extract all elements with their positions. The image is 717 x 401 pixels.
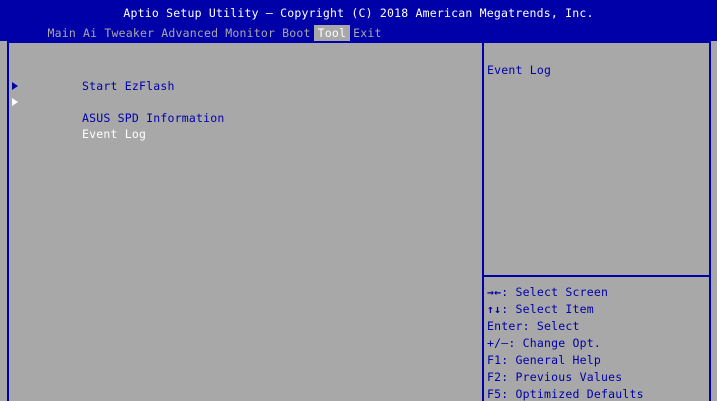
menu-item-asus-spd-information[interactable]: ASUS SPD Information bbox=[9, 78, 469, 125]
key-hint-select-item: ↑↓: Select Item bbox=[487, 302, 594, 316]
menu-item-label: ASUS SPD Information bbox=[82, 111, 225, 125]
tab-boot[interactable]: Boot bbox=[279, 25, 315, 41]
key-hint-change-opt: +/–: Change Opt. bbox=[487, 336, 601, 350]
key-hint-select-screen: →←: Select Screen bbox=[487, 285, 609, 299]
help-divider bbox=[484, 275, 711, 277]
window-title: Aptio Setup Utility – Copyright (C) 2018… bbox=[123, 6, 594, 20]
tab-tool[interactable]: Tool bbox=[314, 25, 350, 41]
menu-item-start-ezflash[interactable]: Start EzFlash bbox=[9, 62, 469, 93]
menu-item-event-log[interactable]: Event Log bbox=[9, 94, 469, 141]
submenu-arrow-icon bbox=[12, 82, 18, 90]
vertical-divider bbox=[482, 43, 484, 401]
tab-bar: Main Ai Tweaker Advanced Monitor Boot To… bbox=[44, 25, 385, 41]
tab-ai-tweaker[interactable]: Ai Tweaker bbox=[80, 25, 158, 41]
bios-screen: Aptio Setup Utility – Copyright (C) 2018… bbox=[0, 0, 717, 401]
key-hint-general-help: F1: General Help bbox=[487, 353, 601, 367]
tab-advanced[interactable]: Advanced bbox=[158, 25, 222, 41]
tab-main[interactable]: Main bbox=[44, 25, 80, 41]
submenu-arrow-icon bbox=[12, 98, 18, 106]
tab-monitor[interactable]: Monitor bbox=[222, 25, 279, 41]
header-bar: Aptio Setup Utility – Copyright (C) 2018… bbox=[0, 0, 717, 41]
help-description: Event Log bbox=[487, 63, 552, 77]
tab-exit[interactable]: Exit bbox=[350, 25, 386, 41]
menu-item-label: Event Log bbox=[82, 127, 147, 141]
key-hint-optimized-defaults: F5: Optimized Defaults bbox=[487, 387, 644, 401]
key-hint-previous-values: F2: Previous Values bbox=[487, 370, 623, 384]
content-frame: Start EzFlash ASUS SPD Information Event… bbox=[7, 41, 711, 401]
key-hint-enter: Enter: Select bbox=[487, 319, 580, 333]
key-legend: →←: Select Screen ↑↓: Select Item Enter:… bbox=[487, 284, 644, 401]
menu-item-list: Start EzFlash ASUS SPD Information Event… bbox=[9, 62, 469, 141]
